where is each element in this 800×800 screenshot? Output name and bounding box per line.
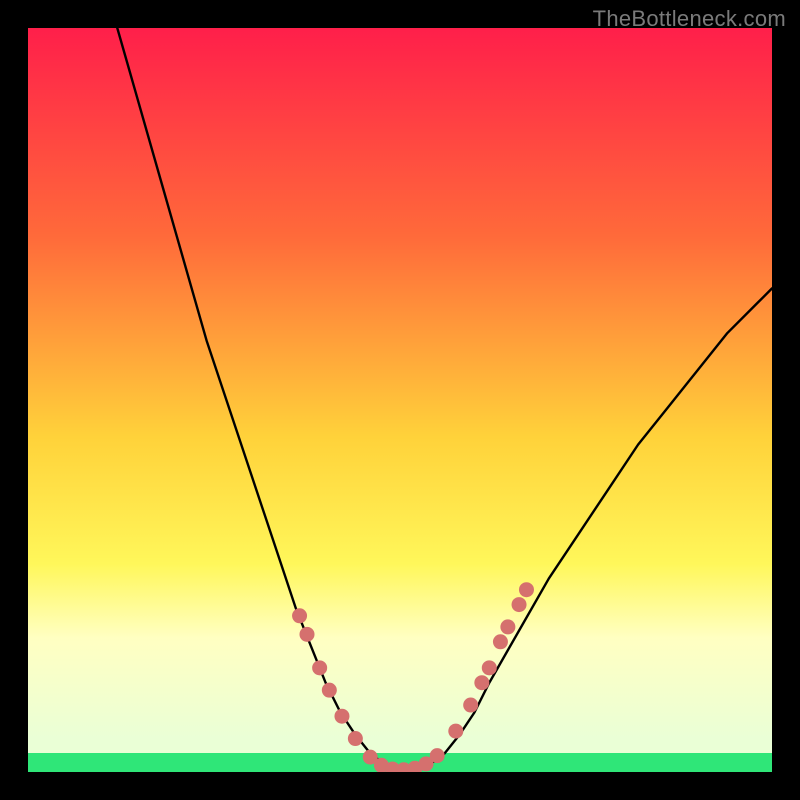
curve-dot: [463, 698, 478, 713]
curve-dot: [493, 634, 508, 649]
curve-dot: [482, 660, 497, 675]
watermark-text: TheBottleneck.com: [593, 6, 786, 32]
plot-area: [28, 28, 772, 772]
curve-dot: [430, 748, 445, 763]
curve-dot: [448, 724, 463, 739]
bottleneck-curve: [117, 28, 772, 770]
curve-dot: [334, 709, 349, 724]
curve-dot: [348, 731, 363, 746]
curve-dot: [500, 619, 515, 634]
curve-dot: [474, 675, 489, 690]
curve-dot: [519, 582, 534, 597]
curve-dot: [312, 660, 327, 675]
chart-overlay: [28, 28, 772, 772]
curve-dot: [322, 683, 337, 698]
curve-dot: [300, 627, 315, 642]
highlight-dots: [292, 582, 534, 772]
curve-dot: [292, 608, 307, 623]
curve-dot: [512, 597, 527, 612]
chart-stage: TheBottleneck.com: [0, 0, 800, 800]
